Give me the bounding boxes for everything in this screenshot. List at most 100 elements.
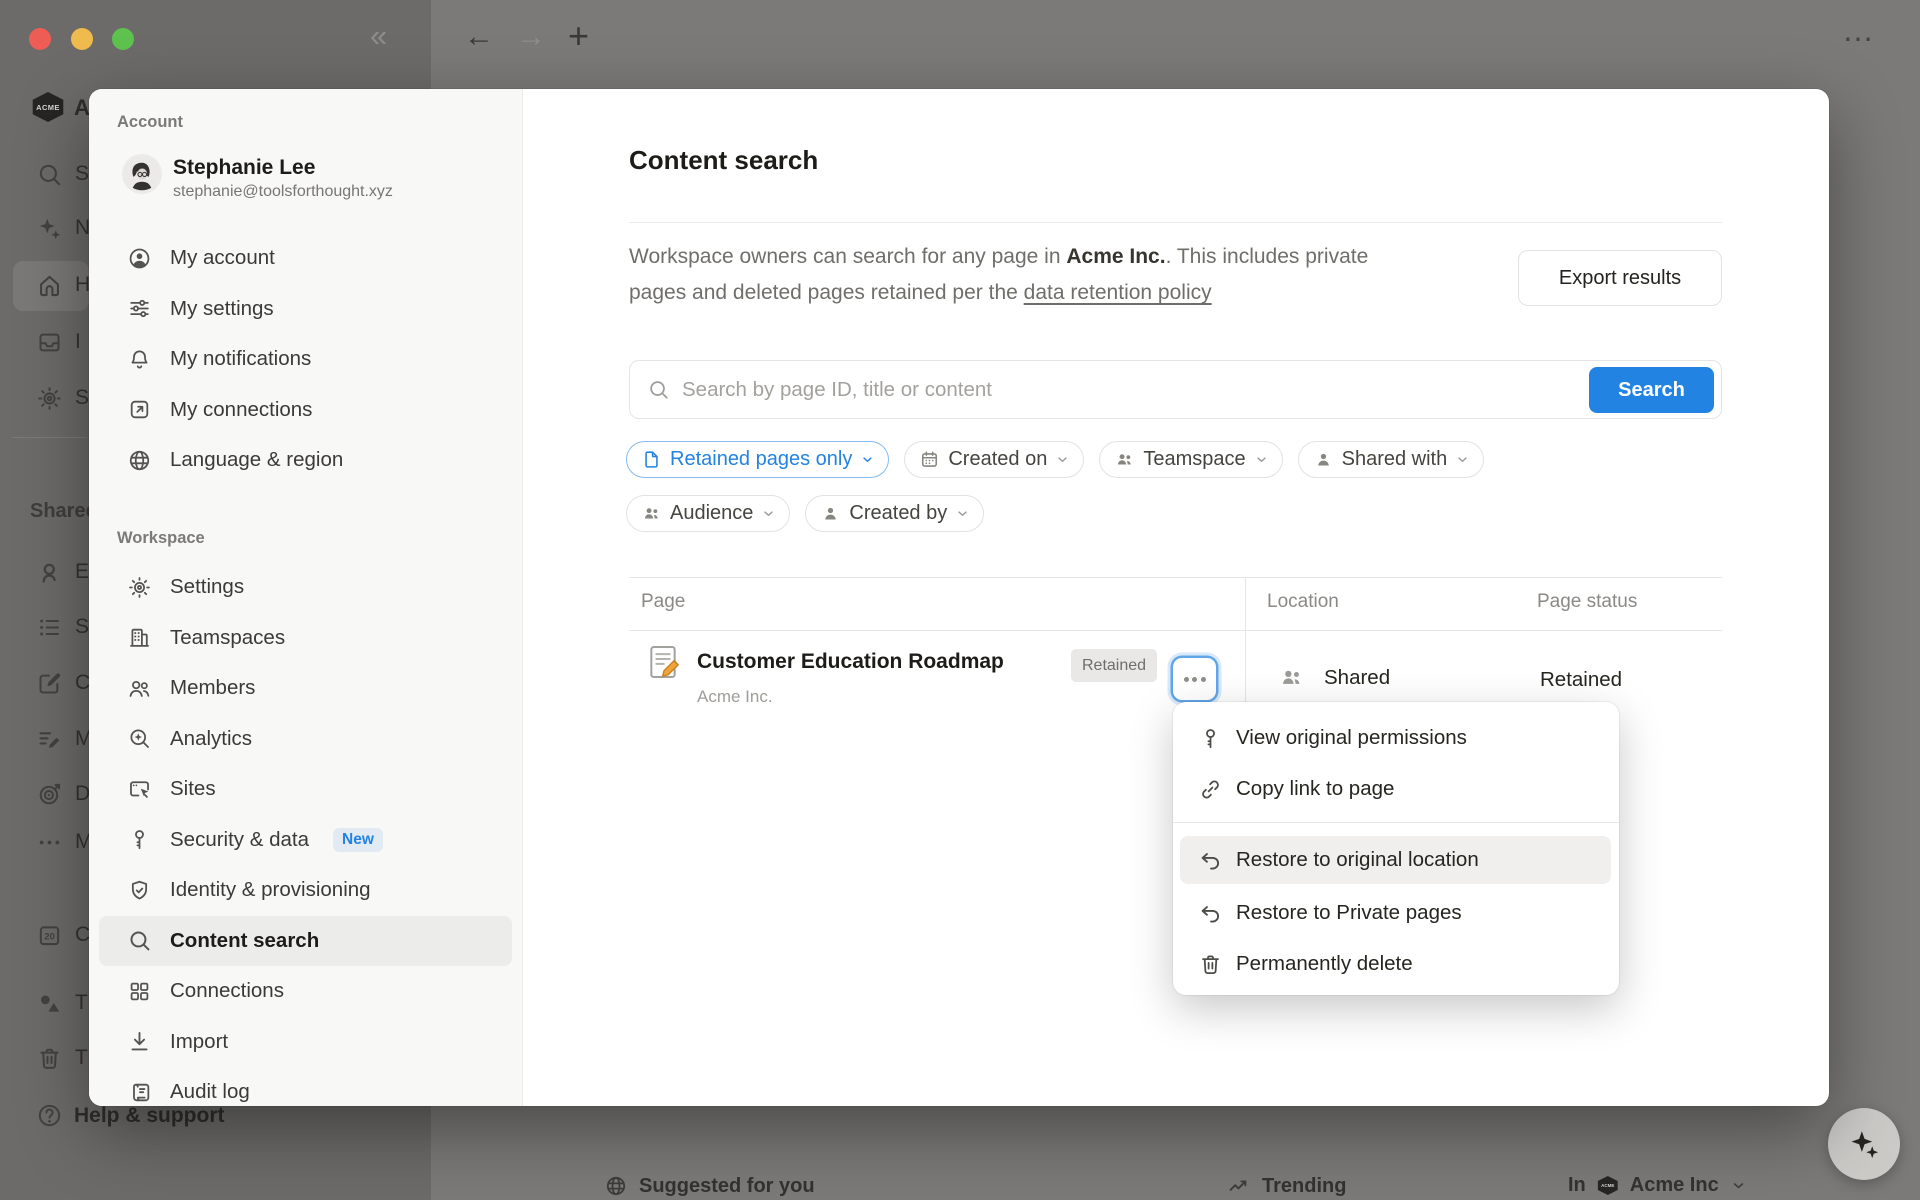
workspace-filter-dropdown[interactable]: In ACME Acme Inc xyxy=(1568,1174,1747,1197)
filter-teamspace[interactable]: Teamspace xyxy=(1099,441,1282,478)
account-user-row[interactable]: Stephanie Lee stephanie@toolsforthought.… xyxy=(123,155,393,203)
title-divider xyxy=(629,222,1722,223)
sidebar-item-content-search[interactable]: Content search xyxy=(99,916,512,967)
scroll-icon xyxy=(127,1080,152,1105)
sidebar-item-label: Security & data xyxy=(170,828,309,852)
search-icon[interactable] xyxy=(36,161,63,188)
filter-label: Created on xyxy=(948,448,1047,471)
sidebar-item-analytics[interactable]: Analytics xyxy=(99,714,512,765)
result-page-title[interactable]: Customer Education Roadmap xyxy=(697,650,1004,674)
search-icon xyxy=(647,378,670,401)
workspace-filter-label: Acme Inc xyxy=(1630,1174,1719,1197)
sidebar-item-sites[interactable]: Sites xyxy=(99,764,512,815)
menu-item-permanently-delete[interactable]: Permanently delete xyxy=(1180,939,1611,989)
sliders-icon xyxy=(127,296,152,321)
collapse-sidebar-icon[interactable]: « xyxy=(370,18,387,54)
new-badge: New xyxy=(333,828,383,852)
sidebar-item-members[interactable]: Members xyxy=(99,663,512,714)
person-profile-icon[interactable] xyxy=(36,559,63,586)
workspace-name-partial: A xyxy=(74,95,90,121)
calendar-20-icon[interactable]: 20 xyxy=(36,922,63,949)
filter-label: Audience xyxy=(670,502,753,525)
ai-assistant-fab[interactable] xyxy=(1828,1108,1900,1180)
filter-shared-with[interactable]: Shared with xyxy=(1298,441,1485,478)
filter-label: Shared with xyxy=(1342,448,1448,471)
page-status-value: Retained xyxy=(1540,668,1622,692)
menu-item-label: View original permissions xyxy=(1236,726,1467,750)
sidebar-item-audit-log[interactable]: Audit log xyxy=(99,1067,512,1106)
menu-item-copy-link[interactable]: Copy link to page xyxy=(1180,764,1611,814)
person-circle-icon xyxy=(127,246,152,271)
sidebar-item-identity-provisioning[interactable]: Identity & provisioning xyxy=(99,865,512,916)
filter-retained-pages-only[interactable]: Retained pages only xyxy=(626,441,889,478)
search-button[interactable]: Search xyxy=(1589,367,1714,413)
link-icon xyxy=(1198,777,1223,802)
close-window-button[interactable] xyxy=(29,28,51,50)
search-bar: Search xyxy=(629,360,1722,419)
sidebar-item-label: Members xyxy=(170,676,255,700)
menu-item-restore-private-pages[interactable]: Restore to Private pages xyxy=(1180,888,1611,938)
suggested-for-you-tab[interactable]: Suggested for you xyxy=(604,1174,815,1198)
sidebar-item-language-region[interactable]: Language & region xyxy=(99,435,512,486)
sidebar-label-partial: S xyxy=(75,386,89,410)
sidebar-item-label: My notifications xyxy=(170,347,311,371)
data-retention-policy-link[interactable]: data retention policy xyxy=(1024,281,1212,304)
key-icon xyxy=(1198,726,1223,751)
suggested-for-you-label: Suggested for you xyxy=(639,1175,815,1198)
sidebar-item-security-data[interactable]: Security & data New xyxy=(99,815,512,866)
globe-icon xyxy=(127,448,152,473)
forward-arrow-icon[interactable]: → xyxy=(516,20,546,54)
minimize-window-button[interactable] xyxy=(71,28,93,50)
sidebar-item-import[interactable]: Import xyxy=(99,1017,512,1068)
window-more-icon[interactable]: … xyxy=(1842,12,1878,49)
gear-icon[interactable] xyxy=(36,385,63,412)
search-input[interactable] xyxy=(682,361,1721,418)
trending-label: Trending xyxy=(1262,1175,1346,1198)
shapes-icon[interactable] xyxy=(36,990,63,1017)
sidebar-item-my-settings[interactable]: My settings xyxy=(99,284,512,335)
edit-square-icon[interactable] xyxy=(36,670,63,697)
sidebar-item-my-account[interactable]: My account xyxy=(99,233,512,284)
target-icon[interactable] xyxy=(36,781,63,808)
sidebar-item-my-connections[interactable]: My connections xyxy=(99,385,512,436)
zoom-window-button[interactable] xyxy=(112,28,134,50)
menu-item-restore-original-location[interactable]: Restore to original location xyxy=(1180,836,1611,884)
sidebar-item-label: Settings xyxy=(170,575,244,599)
home-icon[interactable] xyxy=(36,272,63,299)
more-dots-icon[interactable] xyxy=(36,829,63,856)
export-results-button[interactable]: Export results xyxy=(1518,250,1722,306)
list-icon[interactable] xyxy=(36,614,63,641)
sidebar-item-label: Audit log xyxy=(170,1080,250,1104)
inbox-icon[interactable] xyxy=(36,329,63,356)
people-icon xyxy=(127,676,152,701)
back-arrow-icon[interactable]: ← xyxy=(464,20,494,54)
filter-row-1: Retained pages only Created on Teamspace… xyxy=(626,441,1484,478)
workspace-mini-logo: ACME xyxy=(1597,1176,1619,1195)
column-header-location: Location xyxy=(1267,591,1339,613)
sidebar-item-label: My account xyxy=(170,246,275,270)
sidebar-item-settings[interactable]: Settings xyxy=(99,562,512,613)
sidebar-label-partial: N xyxy=(75,216,90,240)
menu-item-view-original-permissions[interactable]: View original permissions xyxy=(1180,713,1611,763)
menu-item-label: Restore to original location xyxy=(1236,848,1479,872)
new-tab-icon[interactable]: + xyxy=(568,15,589,57)
sidebar-item-teamspaces[interactable]: Teamspaces xyxy=(99,613,512,664)
browser-cursor-icon xyxy=(127,777,152,802)
filter-created-by[interactable]: Created by xyxy=(805,495,984,532)
bell-icon xyxy=(127,347,152,372)
trending-tab[interactable]: Trending xyxy=(1227,1174,1346,1198)
menu-item-label: Copy link to page xyxy=(1236,777,1394,801)
filter-created-on[interactable]: Created on xyxy=(904,441,1084,478)
chevron-down-icon xyxy=(1055,452,1070,467)
sidebar-item-my-notifications[interactable]: My notifications xyxy=(99,334,512,385)
trash-icon[interactable] xyxy=(36,1045,63,1072)
ai-sparkle-icon[interactable] xyxy=(36,215,63,242)
compose-lines-icon[interactable] xyxy=(36,726,63,753)
filter-audience[interactable]: Audience xyxy=(626,495,790,532)
help-support-label[interactable]: Help & support xyxy=(74,1104,225,1128)
help-question-icon[interactable] xyxy=(36,1102,63,1129)
row-more-button[interactable] xyxy=(1173,658,1216,700)
chevron-down-icon xyxy=(860,452,875,467)
key-icon xyxy=(127,827,152,852)
sidebar-item-connections[interactable]: Connections xyxy=(99,966,512,1017)
